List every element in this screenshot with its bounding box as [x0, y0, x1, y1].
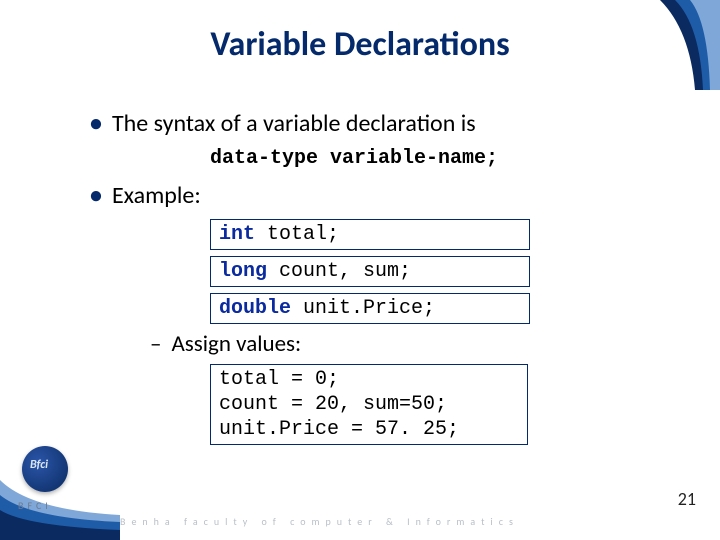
content-area: The syntax of a variable declaration is …: [90, 100, 650, 451]
code-2-rest: count, sum;: [267, 260, 411, 283]
code-box-4: total = 0; count = 20, sum=50; unit.Pric…: [210, 364, 528, 445]
footer-text: Benha faculty of computer & Informatics: [120, 515, 519, 528]
assign-block: total = 0; count = 20, sum=50; unit.Pric…: [210, 364, 530, 445]
code-3-rest: unit.Price;: [291, 297, 435, 320]
page-number: 21: [678, 488, 696, 510]
example-block: int total; long count, sum; double unit.…: [210, 219, 530, 324]
code-box-3: double unit.Price;: [210, 293, 530, 324]
code-box-2: long count, sum;: [210, 256, 530, 287]
syntax-line: data-type variable-name;: [210, 147, 650, 170]
keyword-long: long: [219, 260, 267, 283]
bfci-label: BFCI: [18, 499, 52, 512]
logo-icon: [22, 446, 68, 492]
keyword-int: int: [219, 223, 255, 246]
slide: Variable Declarations The syntax of a va…: [0, 0, 720, 540]
code-box-1: int total;: [210, 219, 530, 250]
code-1-rest: total;: [255, 223, 339, 246]
bullet-syntax: The syntax of a variable declaration is: [90, 108, 650, 139]
keyword-double: double: [219, 297, 291, 320]
sub-bullet-assign: Assign values:: [150, 330, 650, 358]
slide-title: Variable Declarations: [0, 24, 720, 65]
bullet-example: Example:: [90, 180, 650, 211]
